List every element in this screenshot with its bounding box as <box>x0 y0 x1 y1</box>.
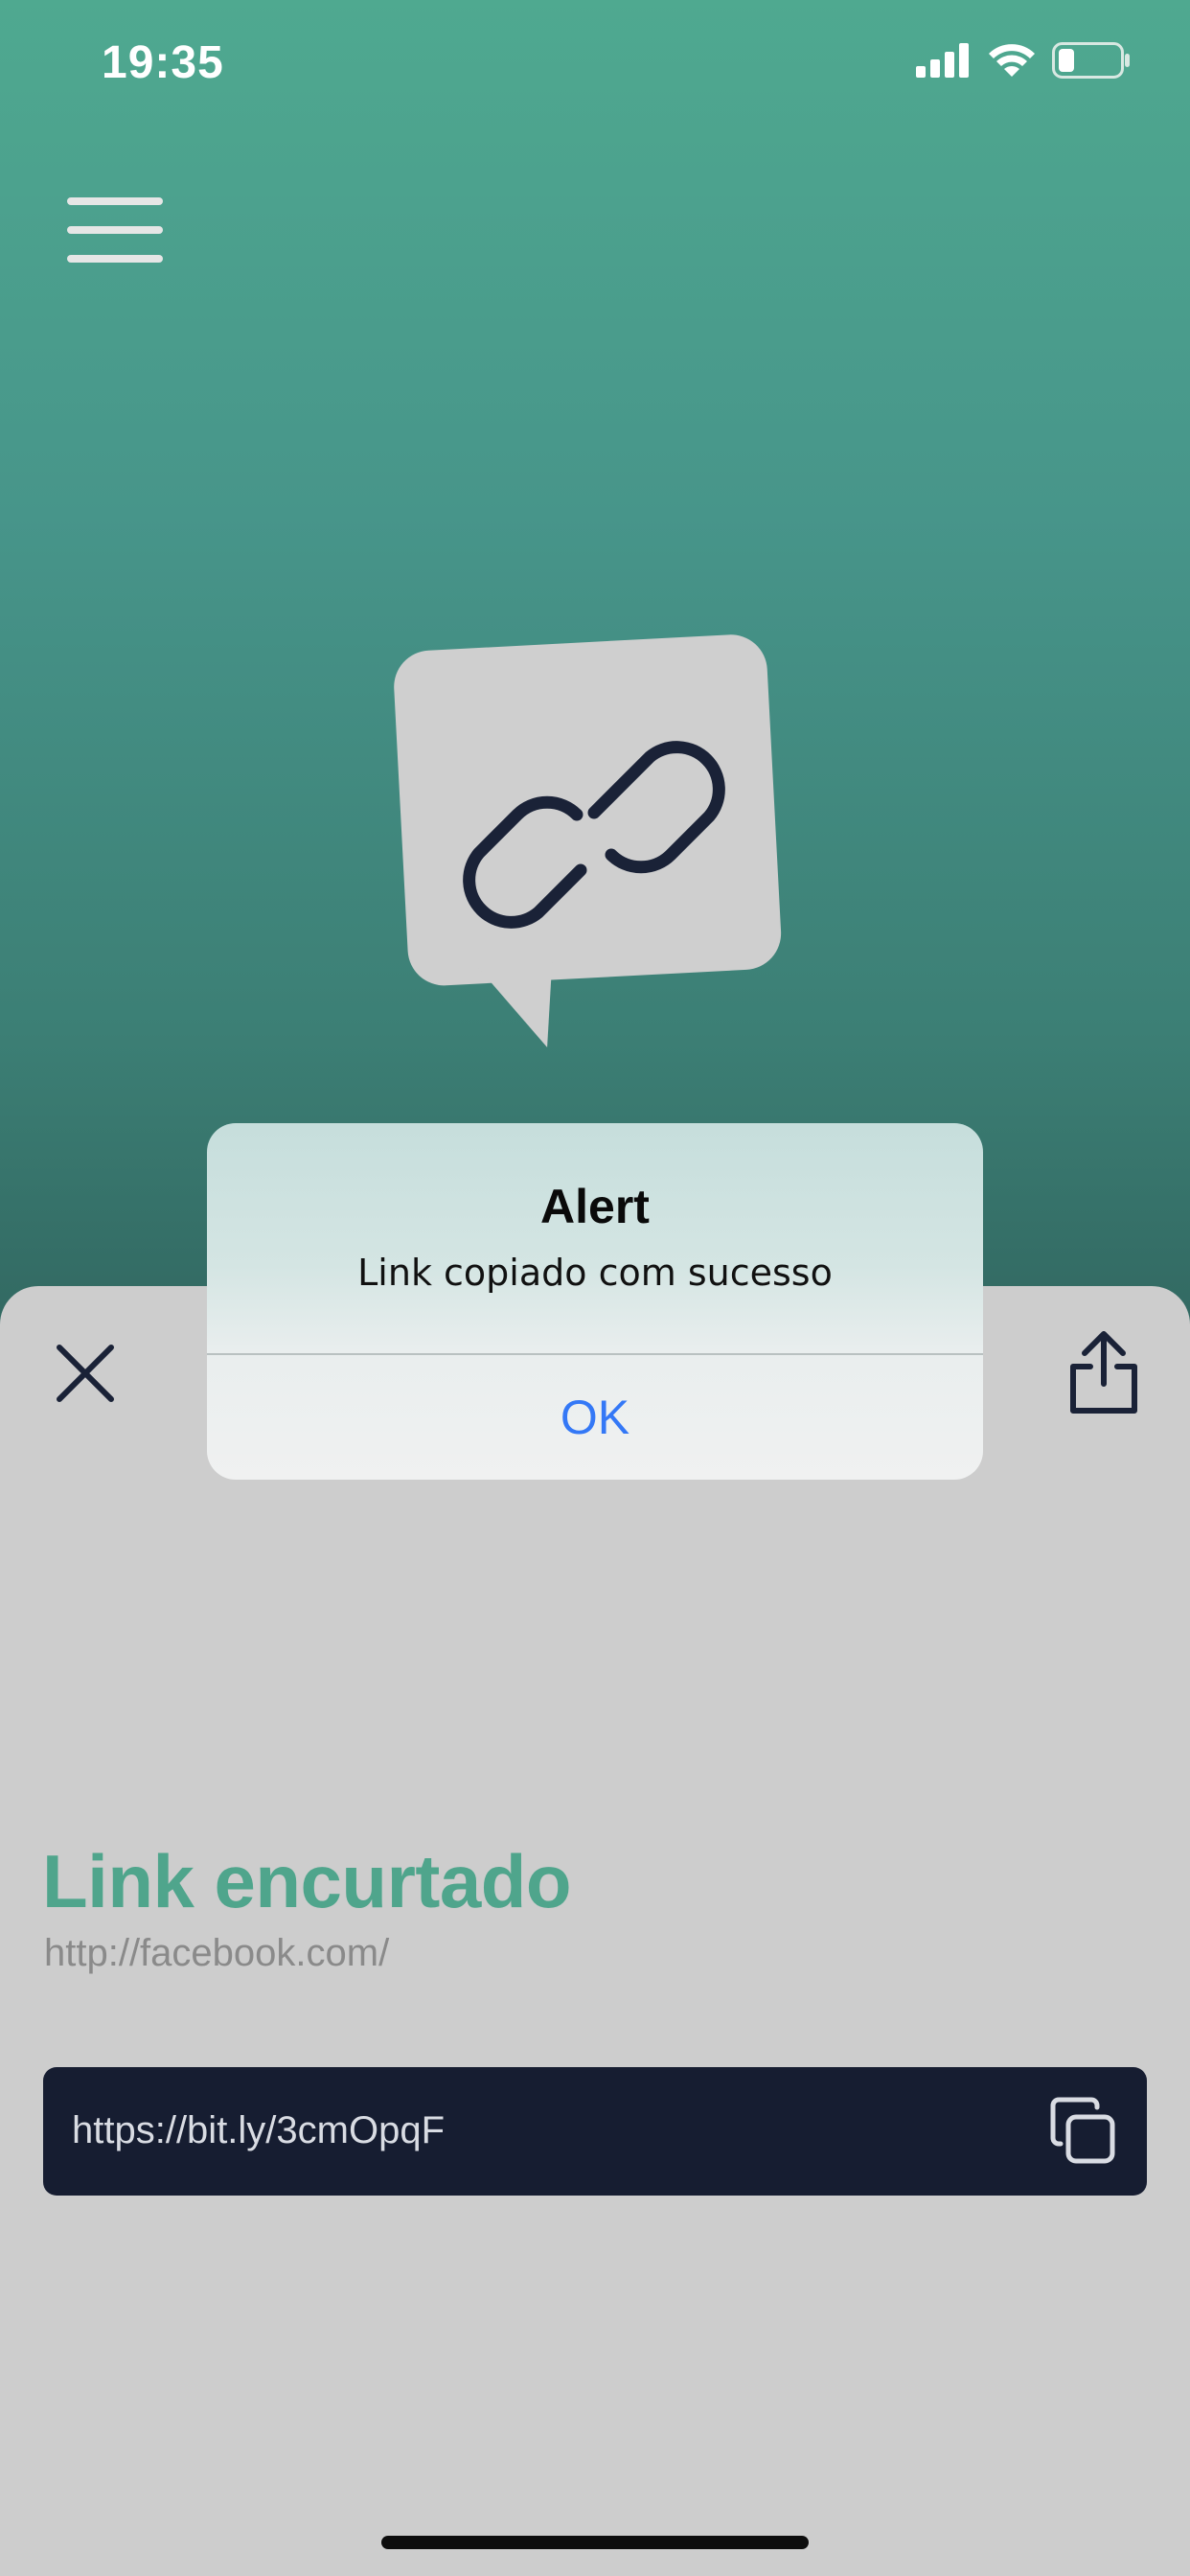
link-chat-bubble-icon <box>394 634 782 1047</box>
short-url: https://bit.ly/3cmOpqF <box>72 2109 446 2151</box>
original-url: http://facebook.com/ <box>44 1932 390 1974</box>
hamburger-menu-icon <box>67 197 163 205</box>
status-bar: 19:35 <box>0 0 1190 134</box>
status-icons <box>916 42 1131 79</box>
alert-title: Alert <box>540 1180 650 1233</box>
wifi-icon <box>989 44 1035 77</box>
close-icon[interactable] <box>54 1342 117 1405</box>
share-icon[interactable] <box>1065 1330 1142 1416</box>
ok-button[interactable]: OK <box>207 1355 983 1480</box>
battery-icon <box>1052 42 1130 79</box>
short-url-field[interactable]: https://bit.ly/3cmOpqF <box>43 2067 1147 2196</box>
alert-dialog: Alert Link copiado com sucesso OK <box>207 1123 983 1480</box>
home-indicator <box>381 2536 809 2549</box>
copy-icon[interactable] <box>1047 2096 1118 2167</box>
menu-button[interactable] <box>65 192 165 268</box>
alert-message: Link copiado com sucesso <box>357 1252 833 1294</box>
cellular-signal-icon <box>916 43 969 78</box>
page-title: Link encurtado <box>42 1839 572 1923</box>
status-time: 19:35 <box>102 37 224 88</box>
